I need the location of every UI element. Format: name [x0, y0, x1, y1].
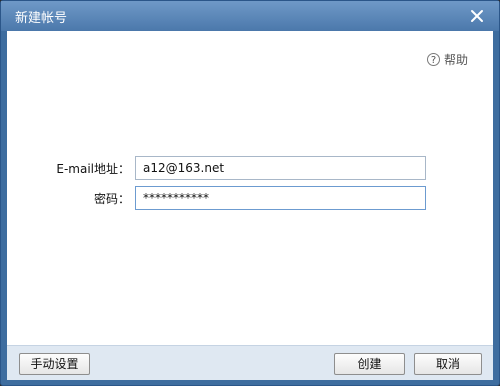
cancel-button[interactable]: 取消 — [414, 353, 482, 375]
close-icon[interactable] — [469, 8, 485, 24]
dialog-footer: 手动设置 创建 取消 — [7, 345, 493, 380]
dialog-content: ? 帮助 E-mail地址： a12@163.net 密码： *********… — [7, 31, 493, 345]
help-label: 帮助 — [443, 53, 468, 67]
password-label: 密码： — [93, 192, 130, 206]
create-button[interactable]: 创建 — [334, 353, 405, 375]
new-account-dialog: 新建帐号 ? 帮助 E-mail地址： a12@163.net 密码： ****… — [0, 0, 500, 386]
email-label: E-mail地址： — [56, 162, 130, 176]
title-bar[interactable]: 新建帐号 — [1, 1, 499, 31]
manual-settings-button[interactable]: 手动设置 — [19, 353, 90, 375]
email-field[interactable]: a12@163.net — [135, 156, 426, 180]
password-field[interactable]: *********** — [135, 186, 426, 210]
question-circle-icon: ? — [426, 53, 440, 66]
window-title: 新建帐号 — [15, 11, 68, 26]
help-link[interactable]: ? 帮助 — [426, 51, 468, 68]
